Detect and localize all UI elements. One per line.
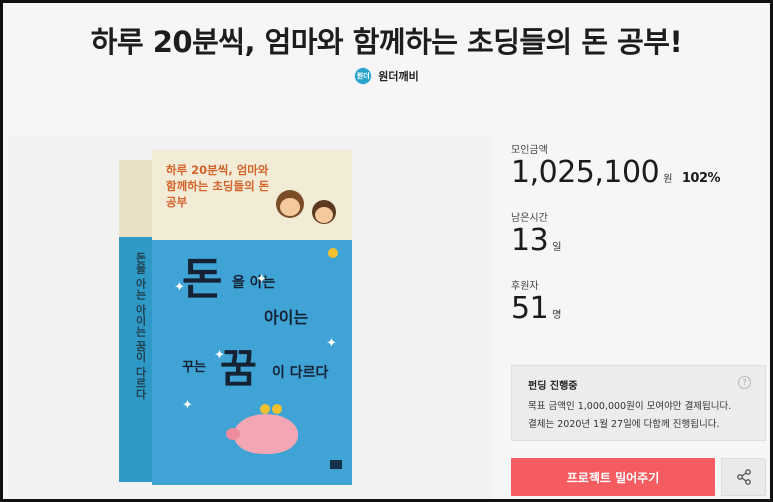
project-title: 하루 20분씩, 엄마와 함께하는 초딩들의 돈 공부! <box>90 25 683 59</box>
share-icon <box>736 469 751 485</box>
kid-illustration-face <box>280 198 300 216</box>
project-header: 하루 20분씩, 엄마와 함께하는 초딩들의 돈 공부! 원더 원더깨비 <box>3 3 770 131</box>
book-headline-text: 아이는 <box>264 308 309 327</box>
backers-value: 51 <box>511 291 549 326</box>
coin-icon <box>272 404 282 414</box>
sparkle-icon: ✦ <box>214 348 225 363</box>
back-project-button[interactable]: 프로젝트 밀어주기 <box>511 458 715 496</box>
project-cover-image: 돈을 아는 아이는 꿈이 다르다 하루 20분씩, 엄마와 함께하는 초딩들의 … <box>8 135 492 499</box>
sparkle-icon: ✦ <box>174 280 185 295</box>
raised-percent: 102% <box>681 171 721 186</box>
time-left-label: 남은시간 <box>511 213 548 224</box>
coin-icon <box>328 248 338 258</box>
page-frame: 하루 20분씩, 엄마와 함께하는 초딩들의 돈 공부! 원더 원더깨비 돈을 … <box>3 3 770 499</box>
share-button[interactable] <box>721 458 766 496</box>
creator-link[interactable]: 원더 원더깨비 <box>3 67 770 85</box>
publisher-logo <box>330 460 342 469</box>
piggy-bank-snout <box>226 428 240 440</box>
notice-title: 펀딩 진행중 <box>528 381 578 392</box>
help-icon[interactable]: ? <box>738 376 751 389</box>
kid-illustration-face <box>315 207 333 223</box>
funding-notice: 펀딩 진행중 ? 목표 금액인 1,000,000원이 모여야만 결제됩니다. … <box>511 365 766 441</box>
book-headline-big: 꿈 <box>220 345 257 392</box>
creator-avatar-text: 원더 <box>356 72 370 80</box>
sparkle-icon: ✦ <box>256 272 267 287</box>
backers-unit: 명 <box>552 310 561 321</box>
book-headline-text: 꾸는 <box>182 360 206 375</box>
creator-name[interactable]: 원더깨비 <box>378 68 418 84</box>
creator-avatar[interactable]: 원더 <box>354 67 373 85</box>
book-subtitle: 하루 20분씩, 엄마와 함께하는 초딩들의 돈 공부 <box>166 163 270 209</box>
time-left: 13 일 <box>511 223 561 258</box>
book-spine-text: 돈을 아는 아이는 꿈이 다르다 <box>134 252 147 400</box>
book-front-cover: 하루 20분씩, 엄마와 함께하는 초딩들의 돈 공부 돈 을 아는 아이는 꾸… <box>152 150 352 485</box>
funding-info: 모인금액 1,025,100 원 102% 남은시간 13 일 후원자 51 명 펀딩 … <box>511 135 770 499</box>
notice-date-text: 결제는 2020년 1월 27일에 다함께 진행됩니다. <box>528 419 720 430</box>
time-left-unit: 일 <box>552 242 561 253</box>
book-headline-text: 을 아는 <box>232 275 276 291</box>
raised-label: 모인금액 <box>511 145 548 156</box>
book-cover-top: 하루 20분씩, 엄마와 함께하는 초딩들의 돈 공부 <box>152 150 352 240</box>
coin-icon <box>260 404 270 414</box>
sparkle-icon: ✦ <box>326 336 337 351</box>
piggy-bank-illustration <box>226 414 298 454</box>
backers-label: 후원자 <box>511 281 539 292</box>
sparkle-icon: ✦ <box>182 398 193 413</box>
backers: 51 명 <box>511 291 561 326</box>
notice-goal-text: 목표 금액인 1,000,000원이 모여야만 결제됩니다. <box>528 401 732 412</box>
raised-value: 1,025,100 <box>511 155 660 190</box>
raised-unit: 원 <box>663 174 672 185</box>
raised-amount: 1,025,100 원 102% <box>511 155 721 190</box>
book-headline-text: 이 다르다 <box>272 365 329 381</box>
time-left-value: 13 <box>511 223 549 258</box>
